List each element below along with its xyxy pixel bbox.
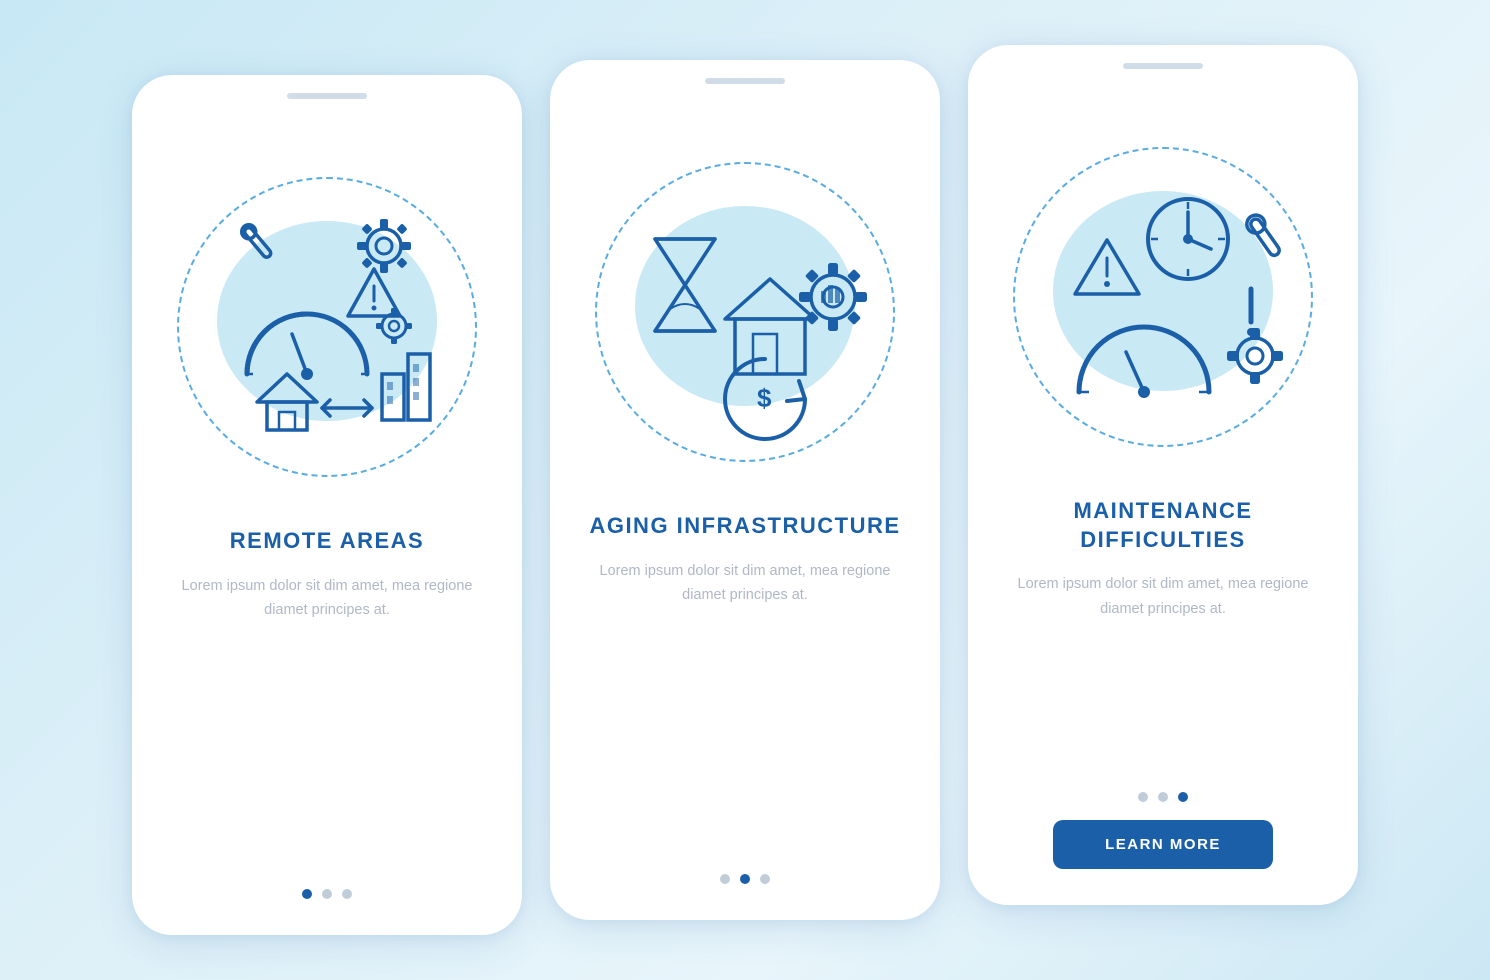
dots-row-3 bbox=[1138, 764, 1188, 802]
dashed-circle-3 bbox=[1013, 147, 1313, 447]
dot-1-2 bbox=[322, 889, 332, 899]
dashed-circle-1 bbox=[177, 177, 477, 477]
illustration-area-3 bbox=[968, 69, 1358, 489]
dots-row-2 bbox=[720, 846, 770, 884]
card-body-2: Lorem ipsum dolor sit dim amet, mea regi… bbox=[582, 559, 908, 608]
illustration-area-1 bbox=[132, 99, 522, 519]
dot-2-3 bbox=[760, 874, 770, 884]
card-body-1: Lorem ipsum dolor sit dim amet, mea regi… bbox=[164, 574, 490, 623]
learn-more-button[interactable]: LEARN MORE bbox=[1053, 820, 1273, 869]
card-title-2: AGING INFRASTRUCTURE bbox=[589, 512, 900, 541]
dot-1-3 bbox=[342, 889, 352, 899]
phone-card-remote-areas: REMOTE AREAS Lorem ipsum dolor sit dim a… bbox=[132, 75, 522, 935]
phone-card-aging-infrastructure: $ AGING INFRASTRUCTURE Lorem ipsum dolor… bbox=[550, 60, 940, 920]
illustration-area-2: $ bbox=[550, 84, 940, 504]
dots-row-1 bbox=[302, 861, 352, 899]
card-title-3: MAINTENANCE DIFFICULTIES bbox=[1000, 497, 1326, 554]
dot-2-2 bbox=[740, 874, 750, 884]
dashed-circle-2 bbox=[595, 162, 895, 462]
cards-container: REMOTE AREAS Lorem ipsum dolor sit dim a… bbox=[132, 45, 1358, 935]
dot-3-1 bbox=[1138, 792, 1148, 802]
dot-3-3 bbox=[1178, 792, 1188, 802]
phone-card-maintenance: MAINTENANCE DIFFICULTIES Lorem ipsum dol… bbox=[968, 45, 1358, 905]
card-body-3: Lorem ipsum dolor sit dim amet, mea regi… bbox=[1000, 572, 1326, 621]
card-title-1: REMOTE AREAS bbox=[230, 527, 424, 556]
dot-3-2 bbox=[1158, 792, 1168, 802]
dot-2-1 bbox=[720, 874, 730, 884]
dot-1-1 bbox=[302, 889, 312, 899]
